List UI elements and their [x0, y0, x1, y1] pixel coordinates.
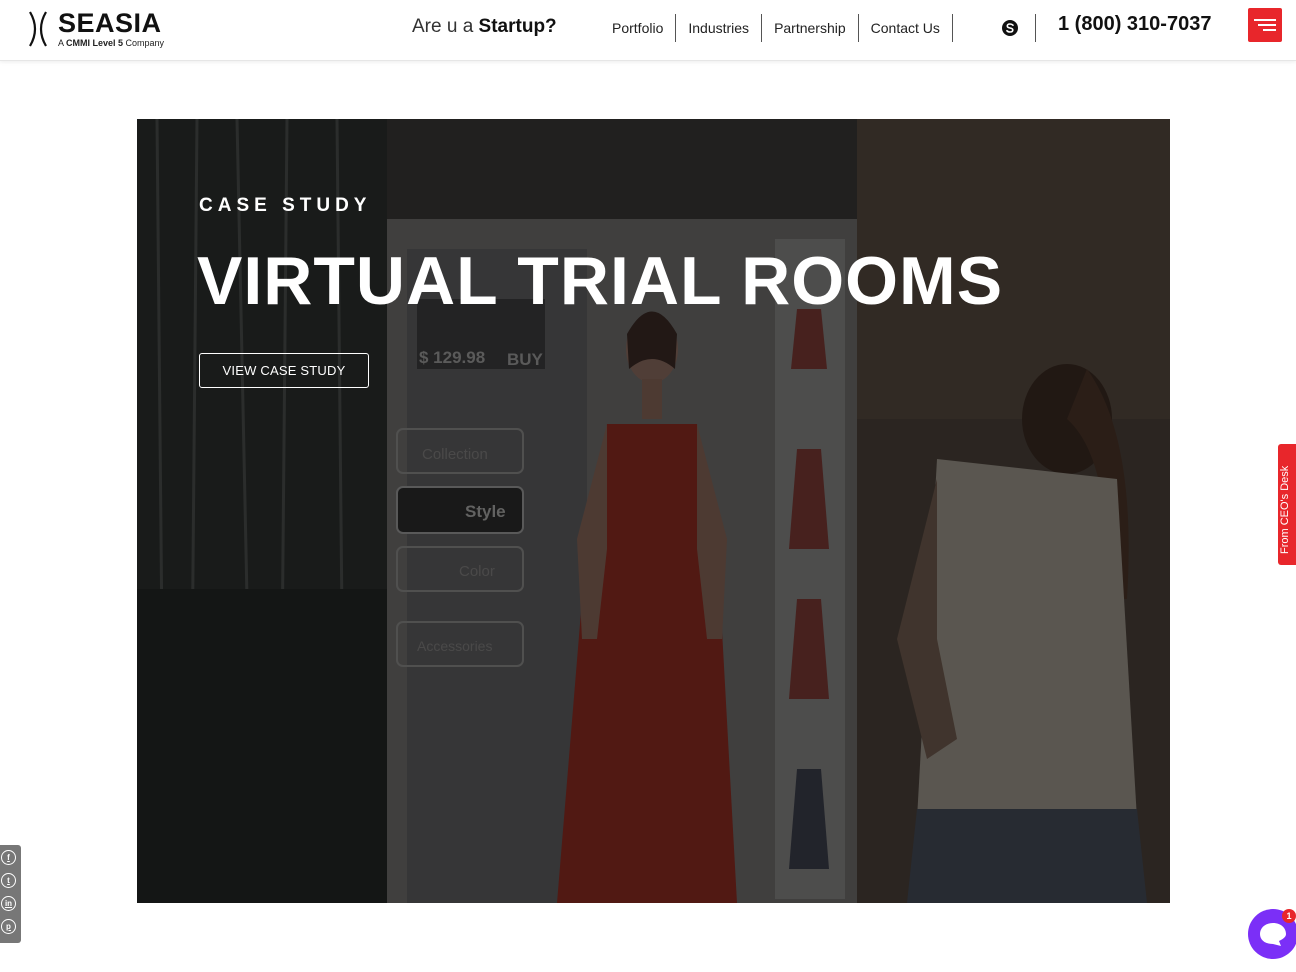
ceo-desk-tab[interactable]: From CEO's Desk: [1278, 444, 1296, 565]
nav-industries[interactable]: Industries: [676, 14, 763, 42]
seasia-logo[interactable]: SEASIA A CMMI Level 5 Company: [26, 8, 186, 50]
main-nav: Portfolio Industries Partnership Contact…: [600, 14, 953, 42]
hamburger-menu-button[interactable]: [1248, 8, 1282, 42]
linkedin-icon[interactable]: in: [1, 896, 16, 911]
hero-eyebrow: CASE STUDY: [199, 195, 372, 216]
site-header: SEASIA A CMMI Level 5 Company Are u a St…: [0, 0, 1296, 61]
nav-contact-us[interactable]: Contact Us: [859, 14, 953, 42]
hero-banner: $ 129.98 BUY Collection Style Color Acce…: [137, 119, 1170, 903]
ceo-desk-label: From CEO's Desk: [1279, 465, 1291, 554]
twitter-icon[interactable]: t: [1, 873, 16, 888]
seasia-logo-icon: [29, 11, 47, 47]
brand-tagline: A CMMI Level 5 Company: [58, 38, 165, 48]
startup-link[interactable]: Are u a Startup?: [412, 16, 557, 38]
pinterest-icon[interactable]: p: [1, 919, 16, 934]
chat-notification-badge: 1: [1282, 909, 1296, 923]
phone-number[interactable]: 1 (800) 310-7037: [1058, 13, 1211, 36]
brand-name: SEASIA: [58, 8, 162, 38]
hero-title: VIRTUAL TRIAL ROOMS: [197, 243, 1004, 319]
hamburger-line: [1263, 29, 1276, 31]
view-case-study-button[interactable]: VIEW CASE STUDY: [199, 353, 369, 388]
nav-partnership[interactable]: Partnership: [762, 14, 859, 42]
skype-icon: [1002, 20, 1018, 36]
social-share-bar: f t in p: [0, 845, 21, 943]
hamburger-menu-icon: [1254, 19, 1276, 21]
header-divider: [1035, 14, 1036, 42]
facebook-icon[interactable]: f: [1, 850, 16, 865]
hero-overlay: [137, 119, 1170, 903]
nav-portfolio[interactable]: Portfolio: [600, 14, 677, 42]
skype-button[interactable]: [995, 14, 1025, 42]
hamburger-line: [1258, 24, 1276, 26]
